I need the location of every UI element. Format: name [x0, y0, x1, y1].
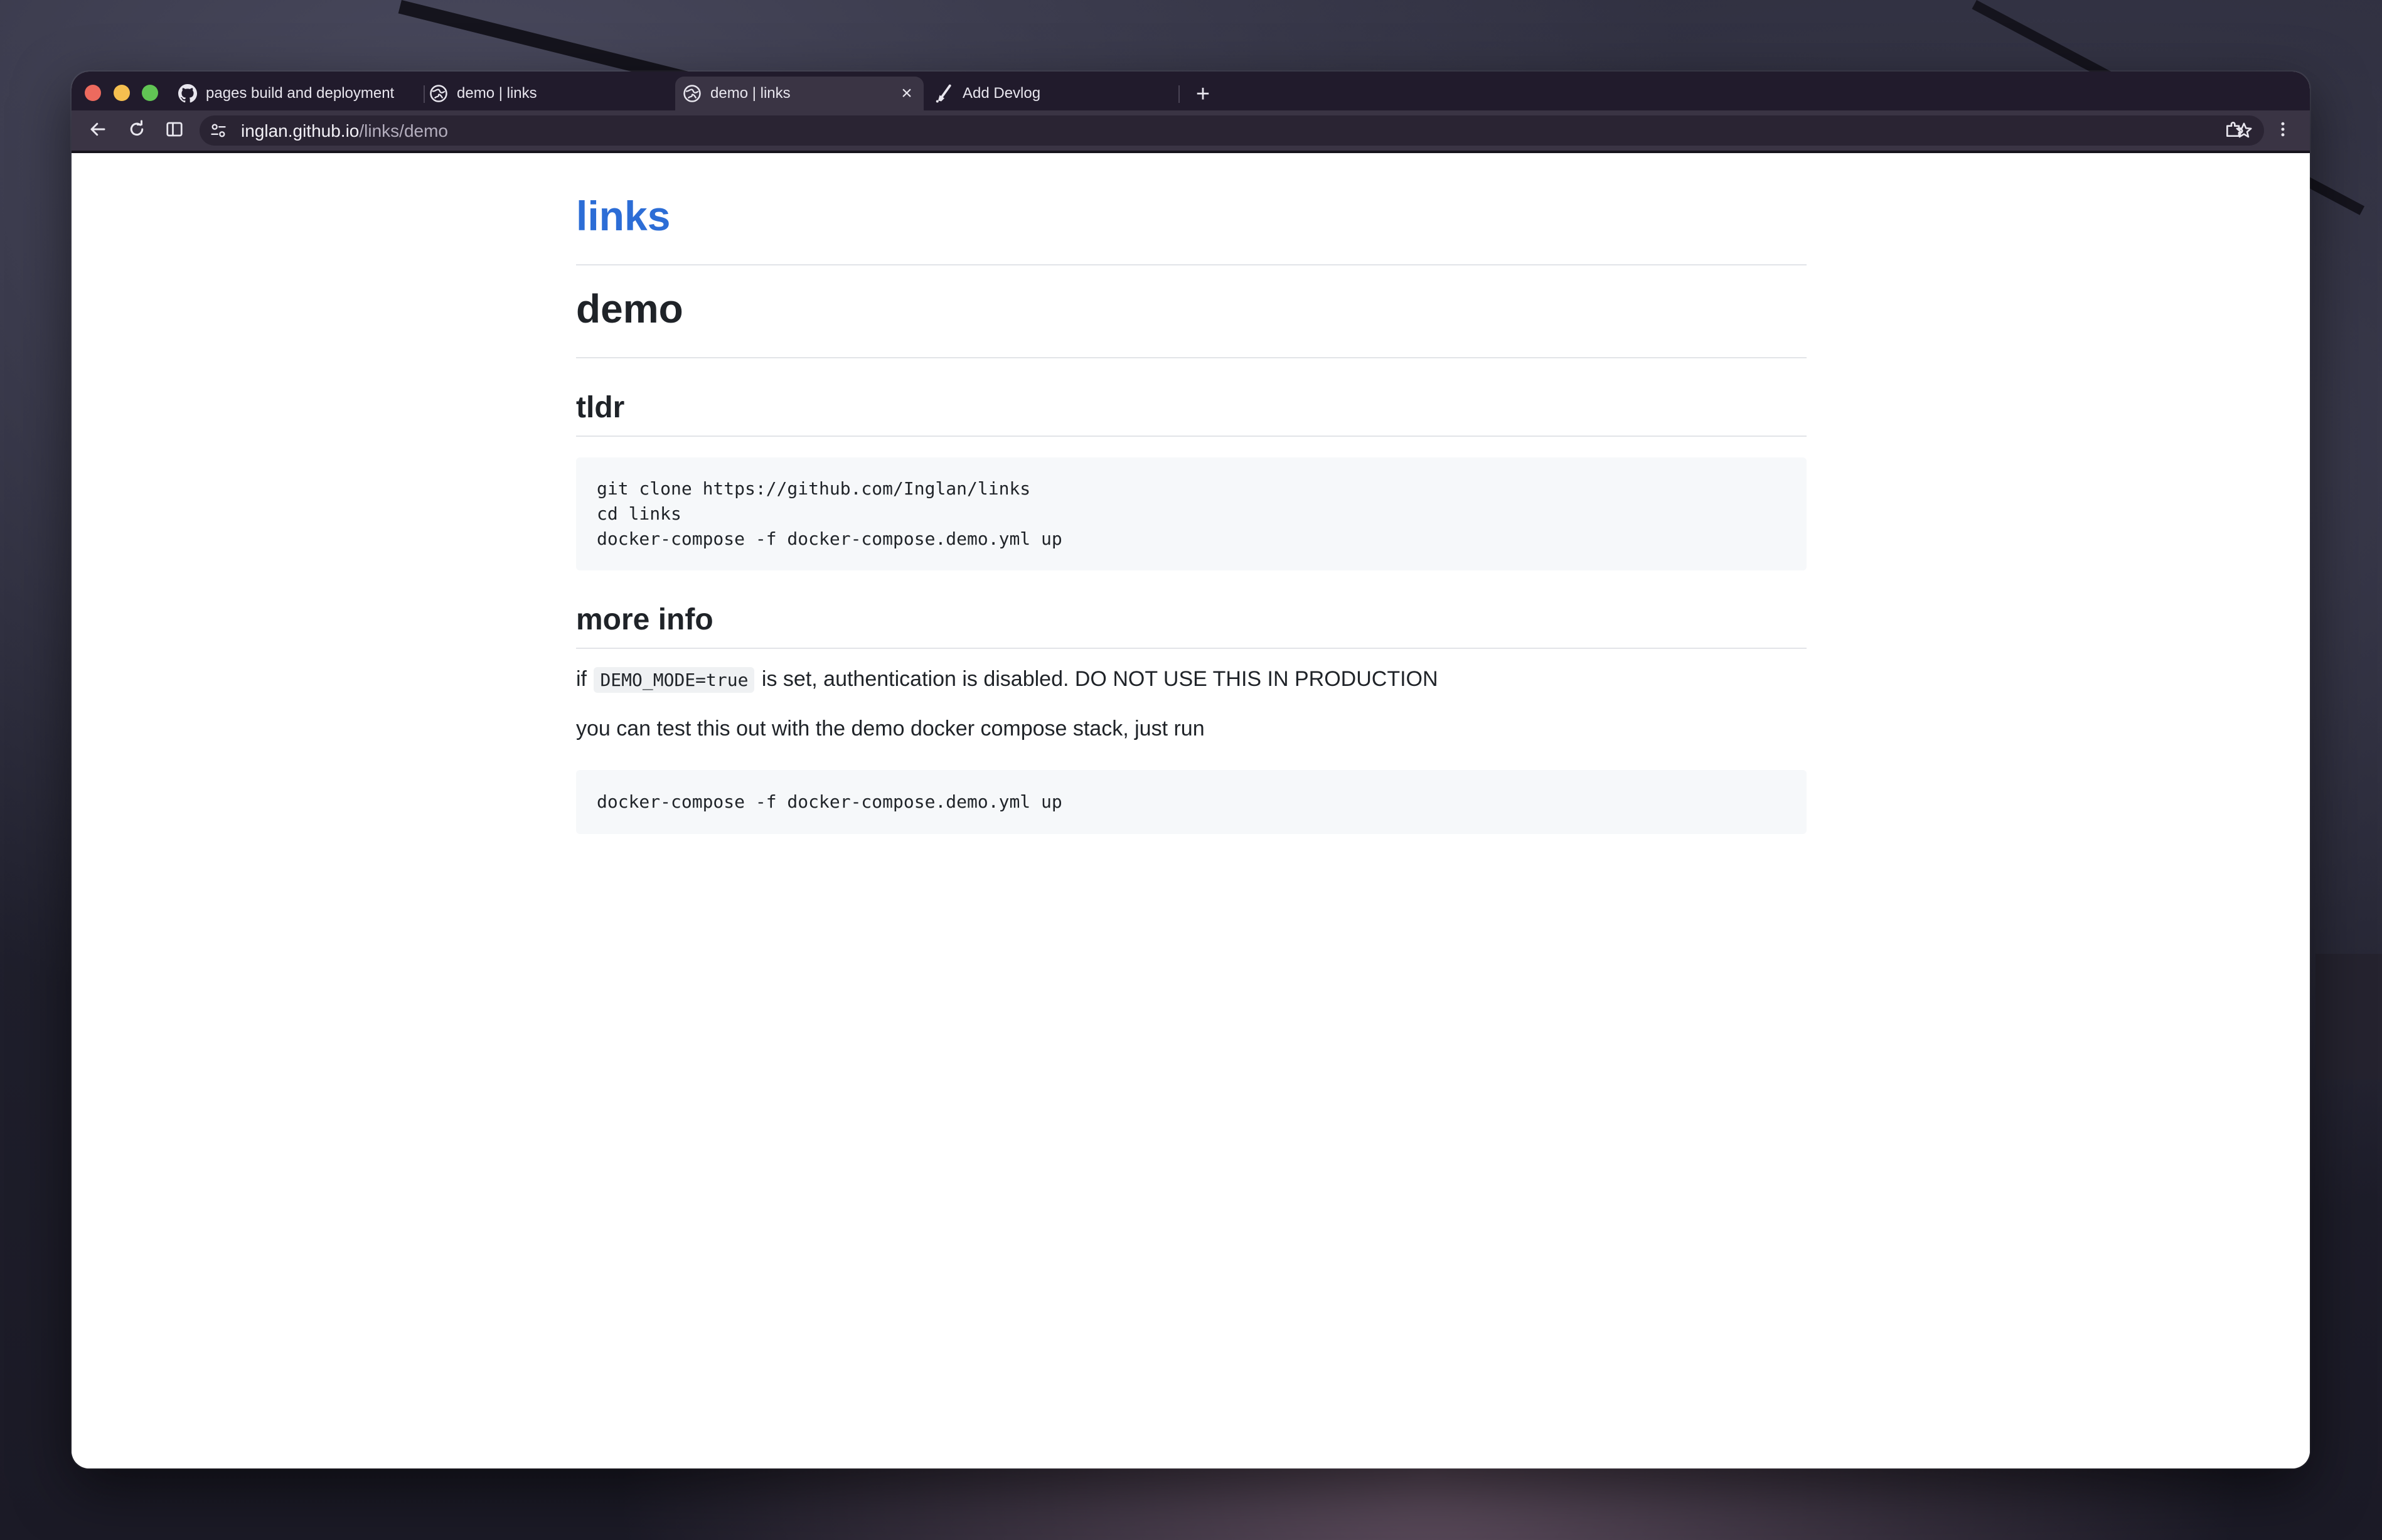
url-text[interactable]: inglan.github.io/links/demo [241, 122, 448, 141]
extensions-button[interactable] [2220, 117, 2248, 144]
code-text: docker-compose -f docker-compose.demo.ym… [597, 791, 1062, 812]
tab-title: Add Devlog [963, 85, 1041, 102]
reload-icon [127, 119, 146, 142]
kebab-menu-icon [2273, 120, 2292, 142]
reload-button[interactable] [123, 117, 151, 144]
menu-button[interactable] [2269, 117, 2297, 144]
para-text: if [576, 667, 593, 691]
browser-toolbar: inglan.github.io/links/demo [72, 110, 2310, 153]
code-text: git clone https://github.com/Inglan/link… [597, 478, 1062, 549]
minimize-window-button[interactable] [114, 85, 130, 101]
side-panel-button[interactable] [161, 117, 188, 144]
test-paragraph: you can test this out with the demo dock… [576, 717, 1205, 741]
page-title: demo [576, 286, 683, 331]
inline-code: DEMO_MODE=true [594, 667, 755, 693]
tab-demo-links-active[interactable]: demo | links × [675, 77, 924, 110]
site-info-icon[interactable] [206, 118, 231, 143]
code-block-run: docker-compose -f docker-compose.demo.ym… [576, 770, 1807, 834]
demo-mode-paragraph: if DEMO_MODE=true is set, authentication… [576, 665, 1438, 694]
page-viewport: links demo tldr git clone https://github… [72, 153, 2310, 1468]
tab-add-devlog[interactable]: Add Devlog [927, 77, 1176, 110]
section-heading-tldr: tldr [576, 391, 625, 424]
maximize-window-button[interactable] [142, 85, 158, 101]
tab-title: pages build and deployment [206, 85, 395, 102]
tab-title: demo | links [457, 85, 537, 102]
divider [576, 648, 1807, 649]
address-bar[interactable]: inglan.github.io/links/demo [200, 115, 2264, 146]
globe-icon [683, 84, 702, 103]
arrow-left-icon [88, 120, 107, 142]
close-tab-icon[interactable]: × [897, 83, 916, 104]
tab-separator [1178, 85, 1180, 103]
divider [576, 357, 1807, 358]
wallpaper-beam [2315, 954, 2382, 1079]
code-block-tldr: git clone https://github.com/Inglan/link… [576, 457, 1807, 570]
section-heading-more-info: more info [576, 603, 713, 636]
side-panel-icon [165, 120, 184, 142]
tab-title: demo | links [710, 85, 791, 102]
divider [576, 264, 1807, 265]
site-title-link[interactable]: links [576, 191, 670, 241]
back-button[interactable] [84, 117, 112, 144]
browser-window: pages build and deployment demo | links … [72, 72, 2310, 1468]
github-icon [178, 84, 197, 103]
tab-demo-links[interactable]: demo | links [422, 77, 666, 110]
close-window-button[interactable] [85, 85, 101, 101]
puzzle-icon [2224, 119, 2244, 142]
url-path: /links/demo [359, 121, 448, 141]
para-text: is set, authentication is disabled. DO N… [756, 667, 1438, 691]
devlog-icon [935, 84, 954, 103]
globe-icon [429, 84, 448, 103]
new-tab-button[interactable]: + [1190, 82, 1215, 107]
url-host: inglan.github.io [241, 121, 360, 141]
divider [576, 436, 1807, 437]
tab-strip: pages build and deployment demo | links … [72, 72, 2310, 113]
